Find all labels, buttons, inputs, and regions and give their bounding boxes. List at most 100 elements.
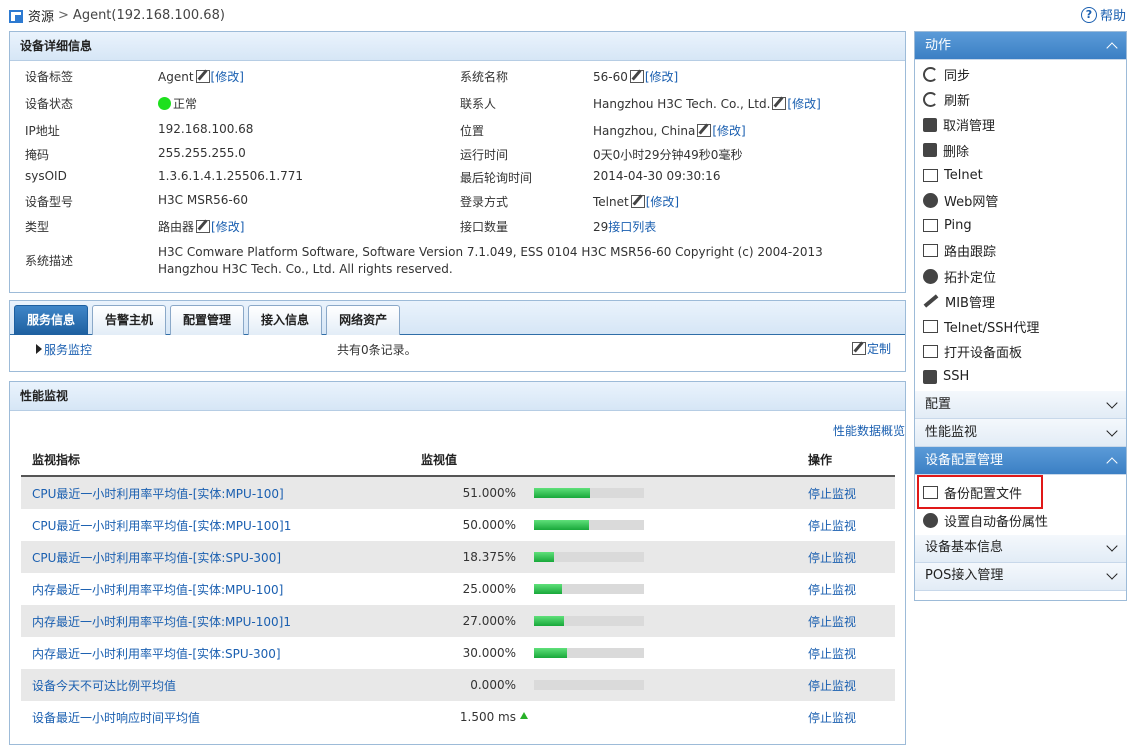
metric-link[interactable]: 内存最近一小时利用率平均值-[实体:MPU-100] bbox=[21, 581, 421, 598]
stop-monitor-link[interactable]: 停止监视 bbox=[808, 549, 895, 566]
metric-link[interactable]: 设备今天不可达比例平均值 bbox=[21, 677, 421, 694]
edit-link[interactable]: [修改] bbox=[646, 193, 679, 210]
edit-link[interactable]: [修改] bbox=[211, 68, 244, 85]
metric-link[interactable]: 内存最近一小时利用率平均值-[实体:MPU-100]1 bbox=[21, 613, 421, 630]
metric-link[interactable]: CPU最近一小时利用率平均值-[实体:SPU-300] bbox=[21, 549, 421, 566]
action-label: 拓扑定位 bbox=[944, 270, 997, 286]
edit-icon[interactable] bbox=[630, 195, 645, 208]
perf-row: CPU最近一小时利用率平均值-[实体:MPU-100]1 50.000% 停止监视 bbox=[21, 509, 895, 541]
config-header[interactable]: 配置 bbox=[915, 391, 1126, 420]
stop-monitor-link[interactable]: 停止监视 bbox=[808, 645, 895, 662]
interface-list-link[interactable]: 接口列表 bbox=[608, 218, 656, 235]
action-item[interactable]: Telnet/SSH代理 bbox=[915, 314, 1126, 339]
stop-monitor-link[interactable]: 停止监视 bbox=[808, 581, 895, 598]
field-value-text: Hangzhou H3C Tech. Co., Ltd. bbox=[593, 96, 771, 111]
perf-header[interactable]: 性能监视 bbox=[915, 419, 1126, 448]
edit-link[interactable]: [修改] bbox=[645, 68, 678, 85]
chevron-up-icon bbox=[1106, 41, 1118, 54]
perf-rows: CPU最近一小时利用率平均值-[实体:MPU-100] 51.000% 停止监视 CP… bbox=[21, 477, 895, 733]
service-row: 服务监控 共有0条记录。 定制 bbox=[10, 335, 905, 365]
usage-bar-fill bbox=[534, 520, 589, 530]
chevron-down-icon bbox=[1106, 397, 1118, 409]
usage-bar bbox=[534, 552, 644, 562]
edit-icon[interactable] bbox=[195, 70, 210, 83]
perf-monitor-title: 性能监视 bbox=[10, 382, 905, 411]
field-label: 最后轮询时间 bbox=[460, 171, 533, 185]
actions-header[interactable]: 动作 bbox=[915, 32, 1126, 60]
action-item[interactable]: 同步 bbox=[915, 62, 1126, 87]
tab-item[interactable]: 接入信息 bbox=[248, 305, 323, 335]
action-label: Web网管 bbox=[944, 195, 999, 211]
action-item[interactable]: MIB管理 bbox=[915, 289, 1126, 314]
field-value: Hangzhou, China [修改] bbox=[593, 122, 746, 139]
metric-bar-cell bbox=[516, 552, 808, 562]
header-op: 操作 bbox=[808, 453, 833, 467]
expand-triangle-icon[interactable] bbox=[36, 344, 42, 354]
edit-icon[interactable] bbox=[772, 97, 787, 110]
metric-link[interactable]: 内存最近一小时利用率平均值-[实体:SPU-300] bbox=[21, 645, 421, 662]
action-item[interactable]: 刷新 bbox=[915, 87, 1126, 112]
usage-bar bbox=[534, 584, 644, 594]
field-value: 192.168.100.68 bbox=[158, 122, 253, 136]
pos-title: POS接入管理 bbox=[925, 568, 1004, 584]
service-monitor-link[interactable]: 服务监控 bbox=[44, 341, 92, 358]
trash-icon bbox=[923, 143, 937, 158]
edit-link[interactable]: [修改] bbox=[712, 122, 745, 139]
tab-item[interactable]: 配置管理 bbox=[170, 305, 245, 335]
field-value: 0天0小时29分钟49秒0毫秒 bbox=[593, 146, 742, 163]
breadcrumb-current: Agent(192.168.100.68) bbox=[72, 7, 225, 23]
action-item[interactable]: 备份配置文件 bbox=[917, 475, 1043, 510]
edit-link[interactable]: [修改] bbox=[787, 95, 820, 112]
metric-link[interactable]: CPU最近一小时利用率平均值-[实体:MPU-100] bbox=[21, 485, 421, 502]
help-link[interactable]: ? 帮助 bbox=[1080, 5, 1126, 24]
basic-info-header[interactable]: 设备基本信息 bbox=[915, 534, 1126, 563]
refresh-icon bbox=[923, 92, 938, 108]
action-item[interactable]: 删除 bbox=[915, 138, 1126, 163]
action-item[interactable]: 路由跟踪 bbox=[915, 238, 1126, 263]
stop-monitor-link[interactable]: 停止监视 bbox=[808, 613, 895, 630]
action-item[interactable]: Ping bbox=[915, 213, 1126, 238]
perf-overview-link[interactable]: 性能数据概览 bbox=[833, 422, 905, 439]
edit-link[interactable]: [修改] bbox=[211, 218, 244, 235]
field-value: 路由器 [修改] bbox=[158, 218, 244, 235]
metric-value: 18.375% bbox=[462, 550, 516, 564]
action-item[interactable]: 取消管理 bbox=[915, 112, 1126, 137]
stop-monitor-link[interactable]: 停止监视 bbox=[808, 485, 895, 502]
devcfg-header[interactable]: 设备配置管理 bbox=[915, 447, 1126, 476]
pos-header[interactable]: POS接入管理 bbox=[915, 562, 1126, 591]
perf-title: 性能监视 bbox=[925, 424, 978, 440]
field-label: 联系人 bbox=[460, 97, 497, 111]
breadcrumb-root[interactable]: 资源 bbox=[28, 6, 54, 25]
field-value: Telnet [修改] bbox=[593, 193, 679, 210]
action-item[interactable]: 设置自动备份属性 bbox=[915, 507, 1126, 532]
edit-icon[interactable] bbox=[697, 124, 712, 137]
action-label: 备份配置文件 bbox=[944, 486, 1023, 502]
action-item[interactable]: Web网管 bbox=[915, 188, 1126, 213]
field-value: Agent [修改] bbox=[158, 68, 244, 85]
action-label: 路由跟踪 bbox=[944, 245, 997, 261]
edit-icon[interactable] bbox=[629, 70, 644, 83]
wrench-icon bbox=[923, 294, 939, 308]
action-item[interactable]: 拓扑定位 bbox=[915, 264, 1126, 289]
field-label: sysOID bbox=[25, 169, 67, 183]
action-item[interactable]: 打开设备面板 bbox=[915, 339, 1126, 364]
stop-monitor-link[interactable]: 停止监视 bbox=[808, 709, 895, 726]
metric-link[interactable]: CPU最近一小时利用率平均值-[实体:MPU-100]1 bbox=[21, 517, 421, 534]
tab-item[interactable]: 告警主机 bbox=[92, 305, 167, 335]
metric-link[interactable]: 设备最近一小时响应时间平均值 bbox=[21, 709, 421, 726]
edit-icon[interactable] bbox=[196, 220, 211, 233]
action-item[interactable]: Telnet bbox=[915, 163, 1126, 188]
stop-monitor-link[interactable]: 停止监视 bbox=[808, 677, 895, 694]
tab-item[interactable]: 网络资产 bbox=[326, 305, 401, 335]
action-item[interactable]: SSH bbox=[915, 364, 1126, 389]
action-label: Telnet bbox=[944, 167, 983, 183]
stop-monitor-link[interactable]: 停止监视 bbox=[808, 517, 895, 534]
tab-item[interactable]: 服务信息 bbox=[14, 305, 89, 335]
desc-value: H3C Comware Platform Software, Software … bbox=[158, 245, 823, 276]
usage-bar bbox=[534, 616, 644, 626]
field-value: 1.3.6.1.4.1.25506.1.771 bbox=[158, 169, 303, 183]
customize-link[interactable]: 定制 bbox=[850, 340, 891, 357]
perf-table-header: 监视指标 监视值 操作 bbox=[21, 444, 895, 477]
action-label: Telnet/SSH代理 bbox=[944, 320, 1040, 336]
usage-bar bbox=[534, 648, 644, 658]
